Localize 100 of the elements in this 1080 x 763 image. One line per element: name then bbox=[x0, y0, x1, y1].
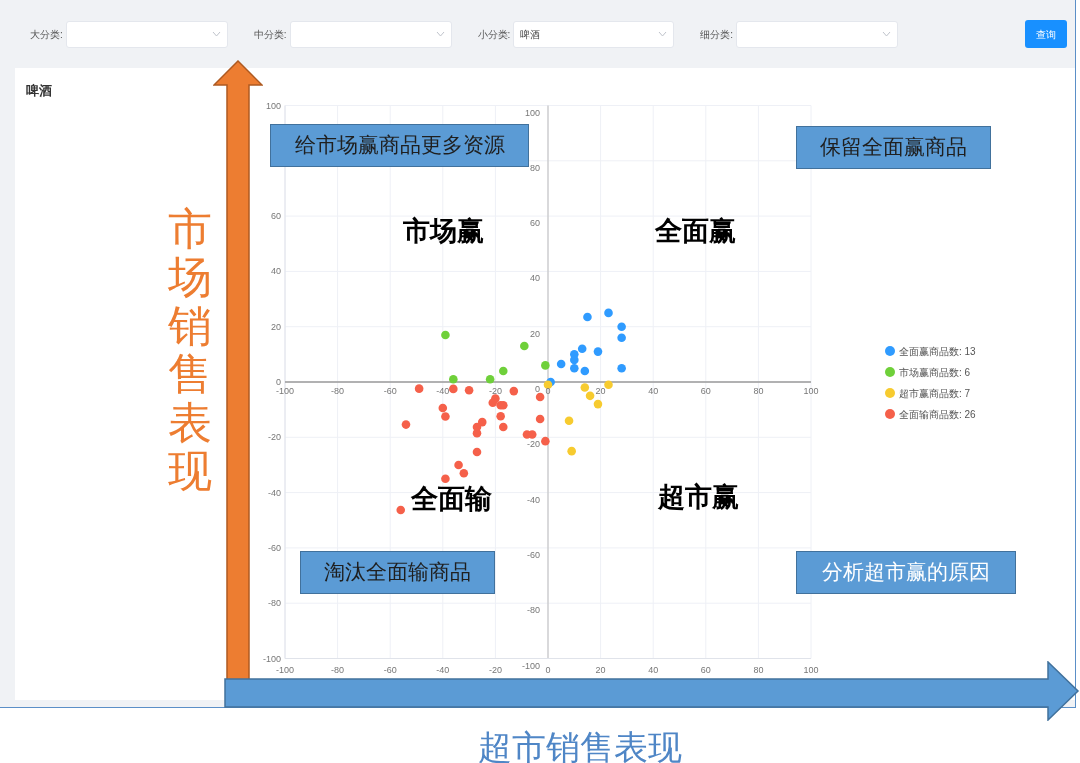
data-point bbox=[593, 347, 603, 356]
tick-label: 80 bbox=[753, 664, 764, 675]
chevron-down-icon bbox=[435, 31, 445, 37]
quadrant-label: 全面赢 bbox=[655, 218, 736, 245]
data-point bbox=[414, 384, 424, 393]
data-point bbox=[396, 505, 405, 515]
data-point bbox=[604, 308, 613, 318]
quadrant-label: 市场赢 bbox=[403, 218, 484, 245]
tick-label: -40 bbox=[527, 494, 540, 505]
data-point bbox=[449, 374, 458, 384]
tick-label: 100 bbox=[803, 386, 819, 396]
data-point bbox=[522, 430, 532, 439]
data-point bbox=[441, 330, 450, 340]
select-field[interactable] bbox=[289, 20, 452, 48]
data-point bbox=[583, 312, 592, 322]
tick-label: 40 bbox=[648, 664, 659, 675]
data-point bbox=[472, 447, 482, 457]
tick-label: 20 bbox=[595, 386, 606, 396]
tick-label: 0 bbox=[545, 386, 551, 396]
tick-label: -40 bbox=[436, 386, 450, 396]
data-point bbox=[535, 392, 545, 402]
legend-label: 全面赢商品数: 13 bbox=[899, 345, 976, 357]
data-point bbox=[567, 446, 576, 456]
tick-label: -100 bbox=[276, 664, 294, 675]
data-point bbox=[401, 420, 411, 429]
data-point bbox=[438, 403, 448, 413]
tick-label: -20 bbox=[268, 432, 281, 443]
data-point bbox=[449, 384, 458, 394]
data-point bbox=[499, 366, 508, 376]
data-point bbox=[441, 474, 450, 484]
tick-label: 100 bbox=[524, 107, 540, 118]
tick-label: -60 bbox=[527, 549, 540, 560]
axis-title: 超市销售表现 bbox=[478, 727, 682, 763]
tick-label: 0 bbox=[545, 664, 551, 675]
tick-label: -60 bbox=[268, 542, 281, 553]
quadrant-label: 超市赢 bbox=[658, 484, 739, 511]
data-point bbox=[570, 355, 579, 365]
legend-label: 市场赢商品数: 6 bbox=[899, 366, 971, 378]
tick-label: 40 bbox=[530, 273, 540, 284]
select-field[interactable] bbox=[736, 20, 899, 48]
select-field[interactable] bbox=[65, 20, 228, 48]
tick-label: 40 bbox=[648, 386, 659, 396]
tick-label: 100 bbox=[803, 664, 819, 675]
data-point bbox=[499, 422, 508, 432]
data-point bbox=[577, 344, 587, 354]
note-text: 给市场赢商品更多资源 bbox=[294, 131, 505, 159]
tick-label: 20 bbox=[595, 664, 606, 675]
tick-label: 100 bbox=[265, 100, 281, 111]
chevron-down-icon bbox=[658, 31, 668, 37]
filter-label: 细分类: bbox=[700, 27, 734, 42]
select-field[interactable]: 啤酒 bbox=[513, 20, 675, 48]
data-point bbox=[617, 363, 626, 373]
data-point bbox=[499, 400, 508, 410]
data-point bbox=[496, 412, 505, 421]
legend-label: 超市赢商品数: 7 bbox=[899, 387, 971, 399]
data-point bbox=[535, 414, 545, 424]
tick-label: 80 bbox=[753, 386, 764, 396]
tick-label: 60 bbox=[530, 218, 540, 229]
tick-label: -20 bbox=[488, 664, 502, 675]
tick-label: 40 bbox=[271, 266, 281, 277]
tick-label: -20 bbox=[527, 439, 540, 450]
tick-label: -40 bbox=[436, 664, 450, 675]
tick-label: -60 bbox=[383, 664, 397, 675]
data-point bbox=[491, 394, 500, 403]
data-point bbox=[585, 391, 595, 401]
data-point bbox=[580, 366, 590, 376]
data-point bbox=[580, 383, 590, 392]
tick-label: -100 bbox=[522, 660, 540, 671]
data-point bbox=[459, 468, 469, 478]
data-point bbox=[441, 412, 450, 421]
data-point bbox=[617, 333, 626, 343]
data-point bbox=[509, 386, 519, 396]
tick-label: 60 bbox=[700, 664, 711, 675]
data-point bbox=[570, 363, 579, 373]
data-point bbox=[454, 460, 463, 470]
data-point bbox=[604, 380, 613, 390]
filter-label: 中分类: bbox=[253, 27, 287, 42]
tick-label: -80 bbox=[527, 605, 540, 616]
tick-label: -20 bbox=[488, 386, 502, 396]
tick-label: -40 bbox=[268, 487, 281, 498]
data-point bbox=[556, 359, 566, 369]
filter-label: 大分类: bbox=[30, 27, 63, 42]
tick-label: 20 bbox=[271, 321, 281, 332]
chevron-down-icon bbox=[882, 31, 892, 37]
tick-label: -80 bbox=[331, 386, 345, 396]
data-point bbox=[472, 428, 482, 438]
tick-label: 60 bbox=[700, 386, 711, 396]
tick-label: -100 bbox=[276, 386, 294, 396]
data-point bbox=[520, 341, 529, 351]
note-text: 保留全面赢商品 bbox=[820, 133, 967, 161]
data-point bbox=[617, 322, 626, 331]
note-text: 淘汰全面输商品 bbox=[324, 558, 471, 586]
tick-label: 0 bbox=[276, 377, 281, 387]
chevron-down-icon bbox=[211, 31, 221, 37]
tick-label: -100 bbox=[263, 653, 281, 664]
note-text: 分析超市赢的原因 bbox=[822, 558, 990, 586]
tick-label: 0 bbox=[535, 384, 540, 394]
data-point bbox=[477, 417, 487, 427]
axis-title: 市场销售表现 bbox=[168, 205, 212, 496]
legend-label: 全面输商品数: 26 bbox=[899, 408, 976, 420]
